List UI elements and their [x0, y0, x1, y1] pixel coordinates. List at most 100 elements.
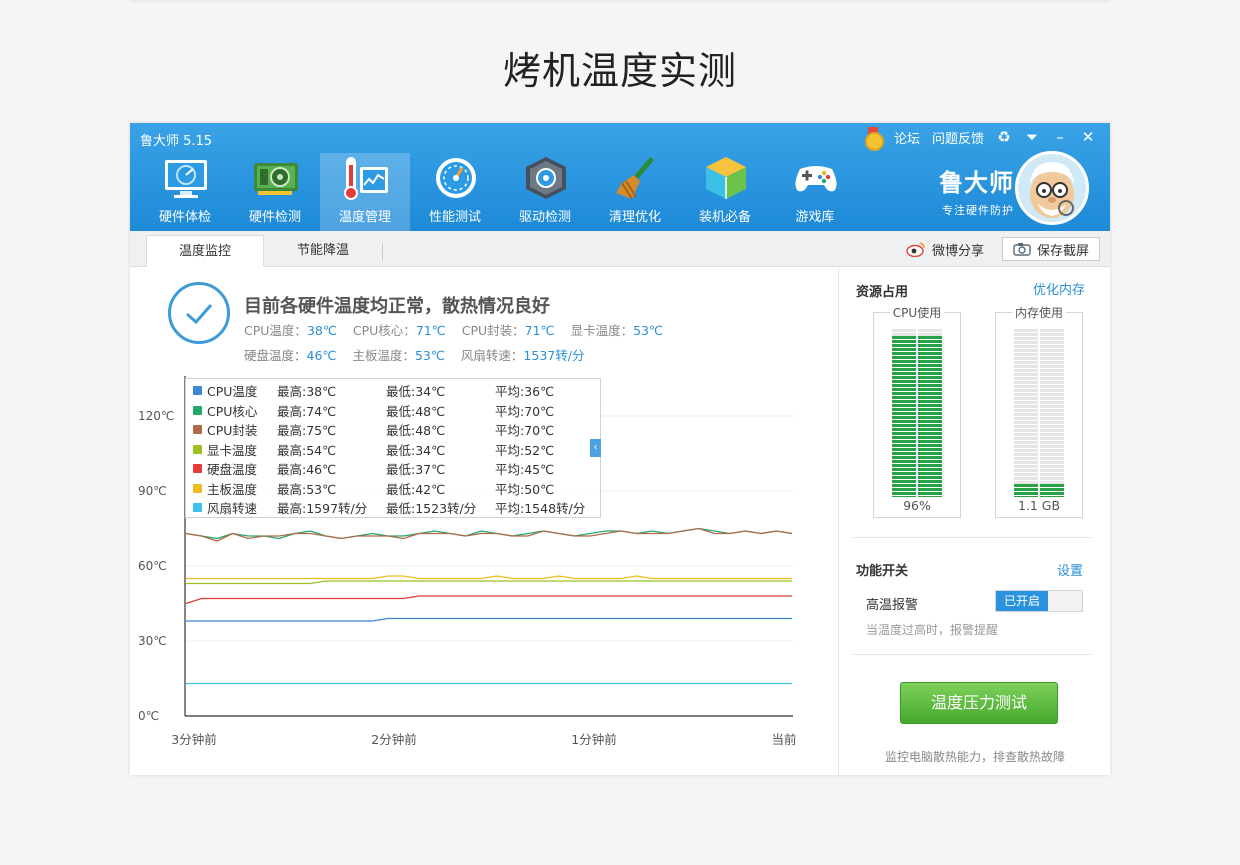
legend-swatch: [193, 464, 202, 473]
tab-divider: [382, 243, 383, 261]
collapse-legend-icon[interactable]: ‹: [590, 439, 601, 457]
brand-slogan: 专注硬件防护: [942, 204, 1014, 217]
optimize-memory-link[interactable]: 优化内存: [1033, 279, 1085, 298]
tab-energy-cooling[interactable]: 节能降温: [264, 235, 382, 267]
side-panel: 资源占用 优化内存 CPU使用 96% 内存使用 1.1 GB 功能开关 设置 …: [838, 268, 1110, 775]
menu-icon[interactable]: ⏷: [1024, 128, 1040, 146]
box-icon: [706, 157, 746, 199]
minimize-icon[interactable]: –: [1052, 128, 1068, 146]
nav-driver[interactable]: 驱动检测: [500, 153, 590, 231]
skin-icon[interactable]: ♻: [996, 128, 1012, 146]
status-line-2: 硬盘温度：46℃ 主板温度：53℃ 风扇转速：1537转/分: [244, 345, 596, 364]
nav-label: 温度管理: [338, 210, 391, 225]
meter-track: [1014, 329, 1064, 497]
status-label: 硬盘温度：: [244, 348, 307, 363]
legend-series-name: 风扇转速: [207, 501, 258, 516]
status-line-1: CPU温度：38℃ CPU核心：71℃ CPU封装：71℃ 显卡温度：53℃: [244, 320, 675, 339]
divider: [853, 654, 1091, 655]
status-label: 显卡温度：: [570, 323, 634, 338]
legend-row: CPU封装 最高:75℃ 最低:48℃ 平均:70℃: [191, 420, 591, 439]
status-value: 53℃: [414, 348, 445, 363]
weibo-icon: [906, 242, 925, 257]
status-label: CPU温度：: [244, 323, 307, 338]
legend-max: 最高:53℃: [277, 481, 337, 497]
legend-avg: 平均:36℃: [495, 384, 555, 399]
legend-min: 最低:34℃: [386, 442, 446, 458]
nav-performance[interactable]: 性能测试: [410, 153, 500, 231]
legend-series-name: 显卡温度: [207, 442, 258, 458]
legend-series-name: CPU封装: [207, 423, 258, 438]
graphics-card-icon: [254, 163, 298, 195]
chart-legend: ‹ CPU温度 最高:38℃ 最低:34℃ 平均:36℃ CPU核心 最高:74℃ 最低:4…: [185, 378, 601, 518]
legend-swatch: [193, 444, 202, 454]
y-tick-label: 0℃: [138, 709, 159, 723]
nav-label: 清理优化: [608, 210, 661, 225]
close-icon[interactable]: ✕: [1080, 128, 1096, 146]
y-tick-label: 30℃: [138, 634, 167, 648]
legend-swatch: [193, 405, 202, 415]
legend-min: 最低:42℃: [386, 481, 446, 497]
legend-avg: 平均:70℃: [495, 403, 555, 419]
legend-row: 硬盘温度 最高:46℃ 最低:37℃ 平均:45℃: [191, 459, 591, 478]
nav-label: 硬件体检: [158, 210, 211, 225]
legend-min: 最低:48℃: [386, 403, 446, 419]
nav-hardware-detect[interactable]: 硬件检测: [230, 153, 320, 231]
gamepad-icon: [795, 166, 837, 192]
legend-avg: 平均:50℃: [495, 481, 555, 497]
high-temp-alarm-toggle[interactable]: 已开启: [995, 590, 1083, 612]
nav-temperature[interactable]: 温度管理: [320, 153, 410, 231]
medal-icon[interactable]: [864, 127, 884, 151]
cpu-usage-meter: CPU使用 96%: [873, 306, 961, 518]
settings-link[interactable]: 设置: [1057, 560, 1083, 579]
resources-title: 资源占用: [856, 285, 909, 300]
y-tick-label: 120℃: [138, 409, 174, 423]
legend-series-name: 主板温度: [207, 481, 258, 497]
nav-label: 装机必备: [698, 210, 751, 225]
y-tick-label: 60℃: [138, 559, 167, 573]
feature-switch-title: 功能开关: [856, 564, 909, 579]
title-bar: 鲁大师 5.15 论坛 问题反馈 ♻ ⏷ – ✕ 硬件体检 硬件检测 温度管理: [130, 123, 1110, 231]
main-nav: 硬件体检 硬件检测 温度管理 性能测试 驱动检测 清理优化 装机必备 游戏库: [140, 153, 860, 231]
forum-link[interactable]: 论坛: [894, 128, 920, 147]
legend-max: 最高:54℃: [277, 442, 337, 458]
stress-test-button[interactable]: 温度压力测试: [900, 682, 1058, 724]
legend-min: 最低:1523转/分: [386, 501, 477, 516]
save-screenshot-label: 保存截屏: [1036, 243, 1089, 259]
status-headline: 目前各硬件温度均正常，散热情况良好: [244, 296, 550, 317]
nav-games[interactable]: 游戏库: [770, 153, 860, 231]
weibo-share-label: 微博分享: [932, 243, 985, 259]
nav-essentials[interactable]: 装机必备: [680, 153, 770, 231]
nav-label: 硬件检测: [248, 210, 301, 225]
high-temp-alarm-label: 高温报警: [866, 598, 919, 613]
legend-avg: 平均:70℃: [495, 423, 555, 438]
alarm-note: 当温度过高时，报警提醒: [866, 623, 999, 637]
nav-cleanup[interactable]: 清理优化: [590, 153, 680, 231]
toggle-state: 已开启: [996, 591, 1048, 611]
memory-usage-value: 1.1 GB: [1017, 498, 1061, 513]
series-line: [186, 580, 792, 585]
nav-hardware-checkup[interactable]: 硬件体检: [140, 153, 230, 231]
mascot-icon: [1018, 154, 1086, 222]
legend-row: CPU温度 最高:38℃ 最低:34℃ 平均:36℃: [191, 381, 591, 400]
feedback-link[interactable]: 问题反馈: [932, 128, 984, 147]
nav-label: 游戏库: [795, 210, 835, 225]
tab-temperature-monitor[interactable]: 温度监控: [146, 235, 264, 267]
memory-meter-title: 内存使用: [1011, 306, 1066, 320]
avatar[interactable]: [1015, 151, 1089, 225]
legend-series-name: CPU温度: [207, 384, 258, 399]
save-screenshot-button[interactable]: 保存截屏: [1002, 237, 1100, 261]
legend-max: 最高:38℃: [277, 384, 337, 399]
speedometer-icon: [436, 158, 476, 198]
memory-usage-meter: 内存使用 1.1 GB: [995, 306, 1083, 518]
legend-row: 主板温度 最高:53℃ 最低:42℃ 平均:50℃: [191, 479, 591, 498]
status-value: 53℃: [633, 323, 664, 338]
legend-avg: 平均:1548转/分: [495, 501, 586, 516]
legend-swatch: [193, 503, 202, 512]
status-value: 38℃: [306, 323, 337, 338]
ok-check-icon: [168, 282, 230, 344]
x-tick-label: 当前: [771, 732, 796, 747]
brand-name: 鲁大师: [939, 169, 1014, 197]
monitor-icon: [165, 160, 207, 198]
weibo-share-button[interactable]: 微博分享: [906, 239, 984, 259]
temperature-panel: 目前各硬件温度均正常，散热情况良好 CPU温度：38℃ CPU核心：71℃ CP…: [130, 268, 838, 775]
